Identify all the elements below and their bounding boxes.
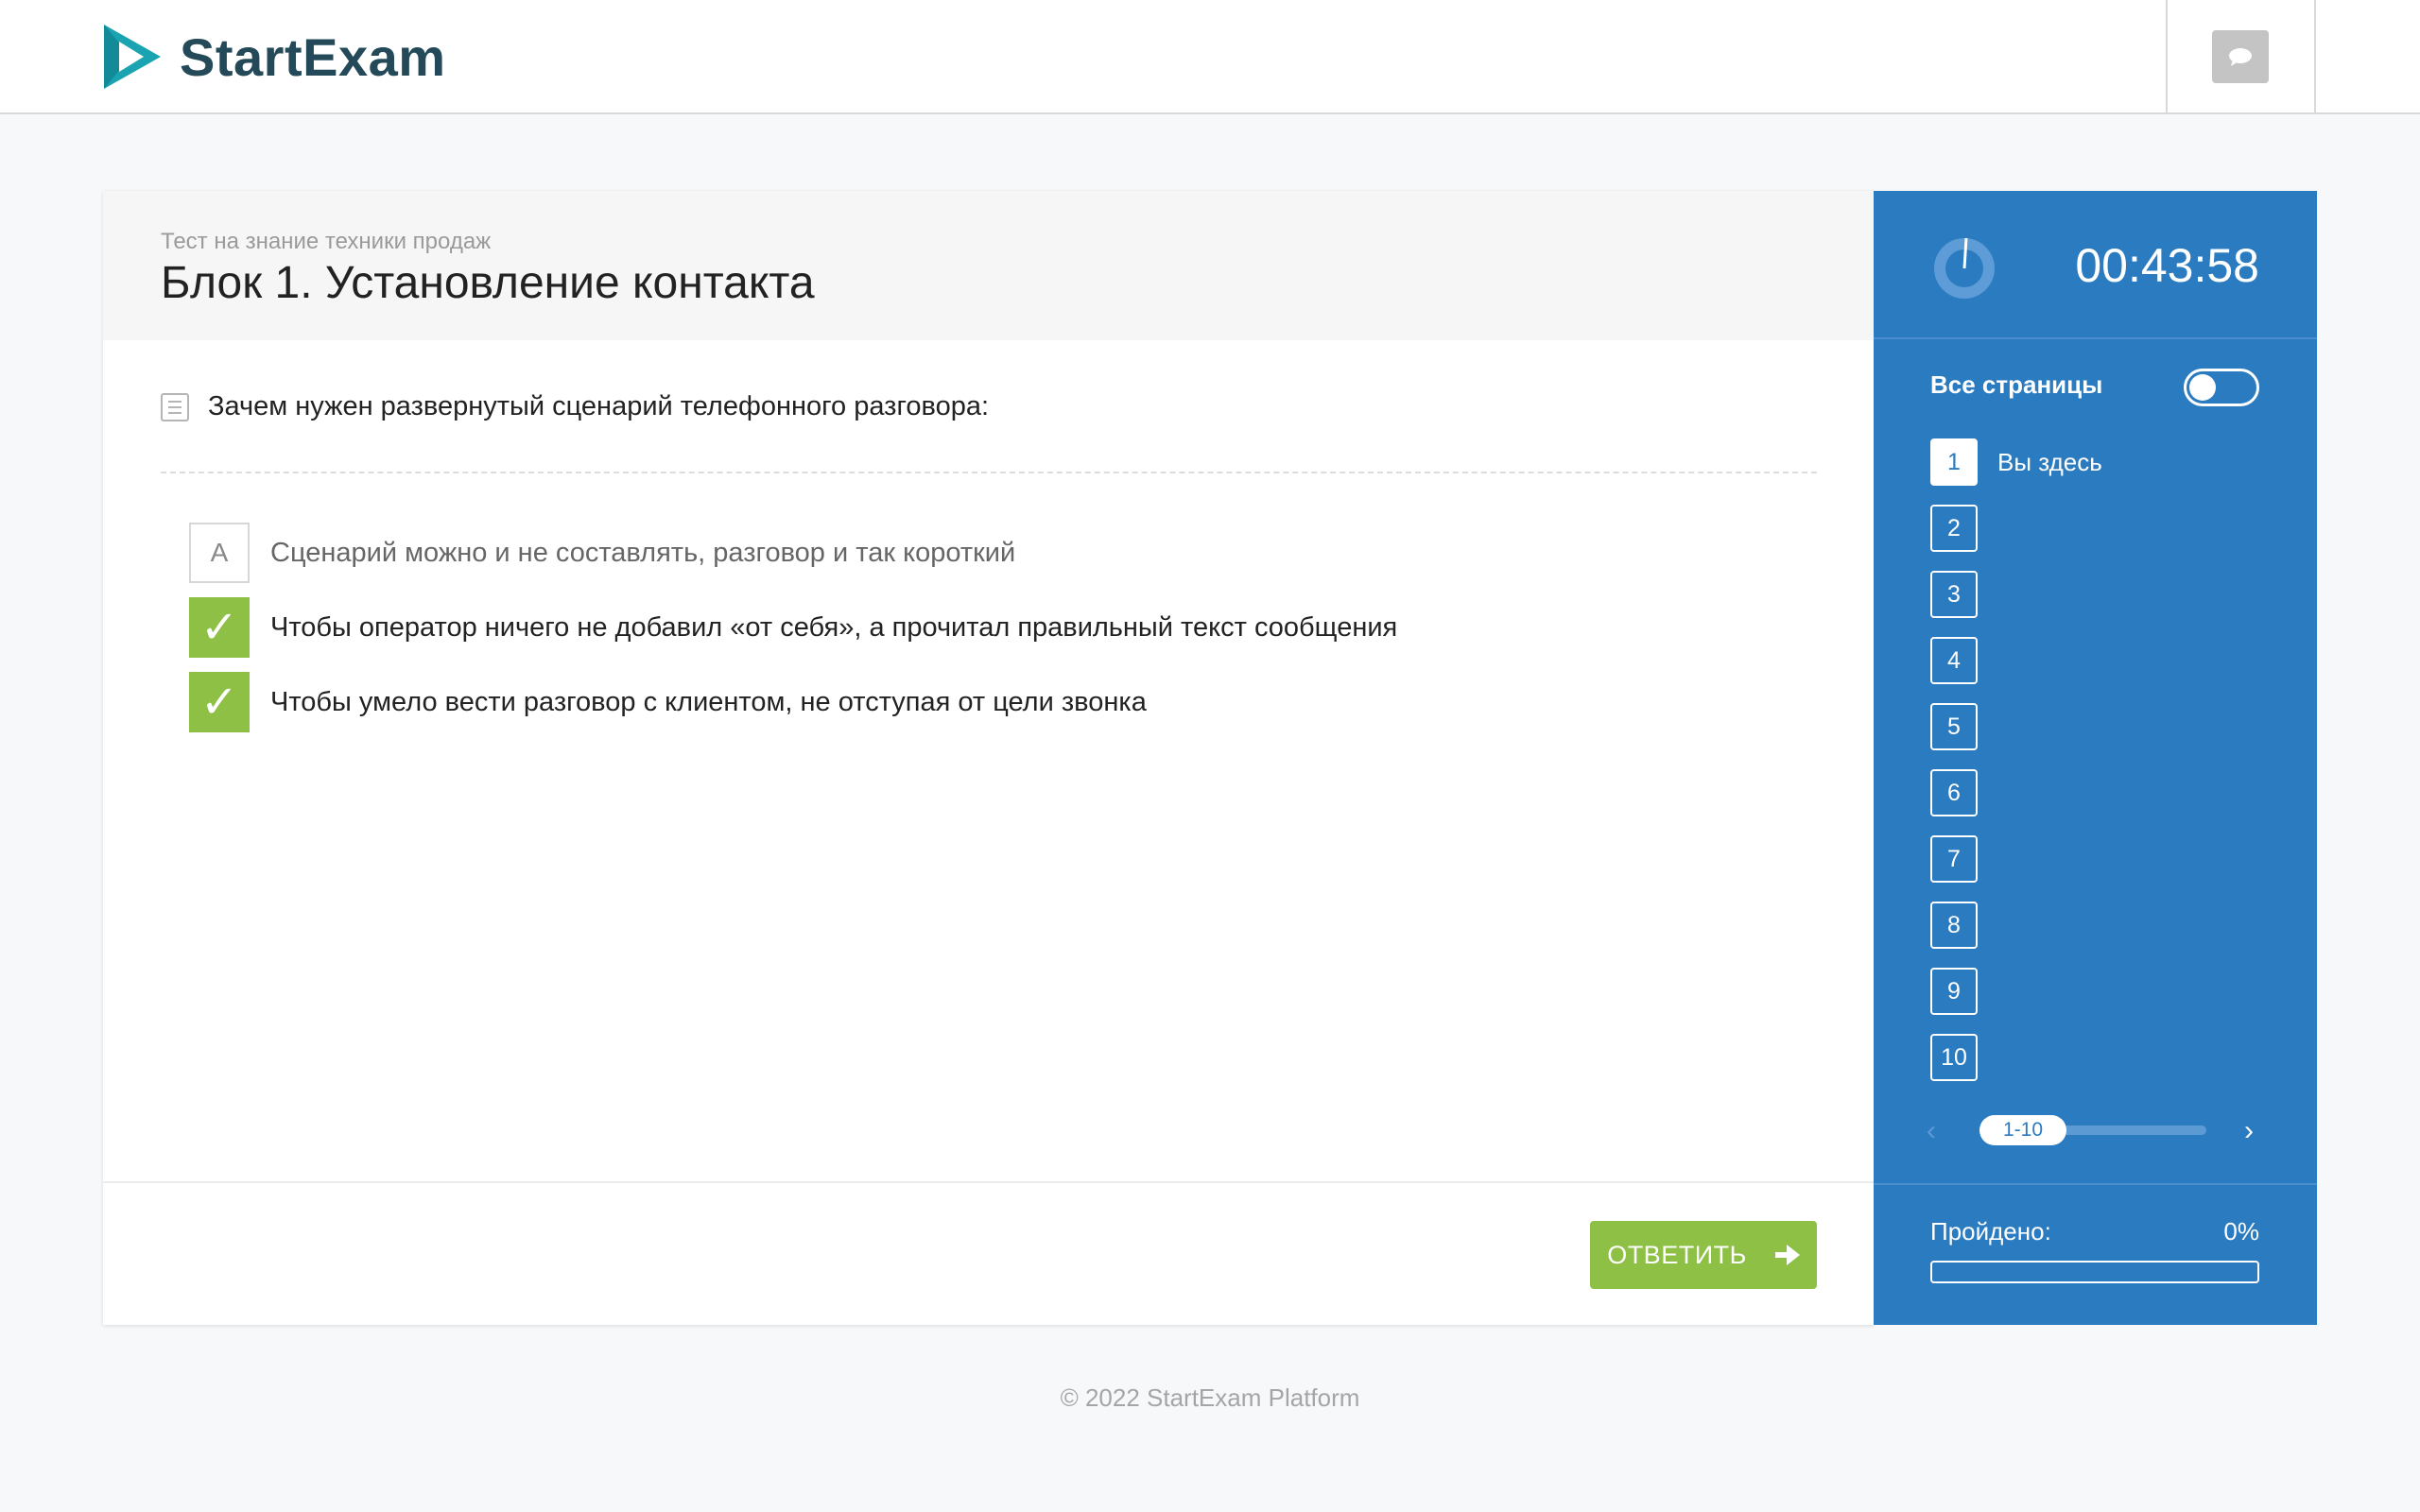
- question: Зачем нужен развернутый сценарий телефон…: [161, 391, 989, 422]
- progress-bar: [1930, 1261, 2259, 1283]
- page-button-4[interactable]: 4: [1930, 637, 1978, 684]
- page-button-3[interactable]: 3: [1930, 571, 1978, 618]
- page-button-9[interactable]: 9: [1930, 968, 1978, 1015]
- page-button-1[interactable]: 1: [1930, 438, 1978, 486]
- answer-option-b[interactable]: ✓ Чтобы оператор ничего не добавил «от с…: [189, 597, 1397, 658]
- progress-label: Пройдено:: [1930, 1217, 2051, 1246]
- header-divider: [2166, 0, 2168, 114]
- answer-option-c[interactable]: ✓ Чтобы умело вести разговор с клиентом,…: [189, 672, 1147, 732]
- top-header: StartExam: [0, 0, 2420, 114]
- timer-value: 00:43:58: [2075, 239, 2259, 292]
- question-text: Зачем нужен развернутый сценарий телефон…: [208, 391, 990, 421]
- checkmark-icon[interactable]: ✓: [189, 672, 250, 732]
- block-title: Блок 1. Установление контакта: [161, 258, 815, 308]
- page-button-8[interactable]: 8: [1930, 902, 1978, 949]
- pager-range-thumb[interactable]: 1-10: [1979, 1115, 2066, 1145]
- progress-divider: [1874, 1183, 2317, 1185]
- page-button-6[interactable]: 6: [1930, 769, 1978, 816]
- answer-button[interactable]: ОТВЕТИТЬ: [1590, 1221, 1817, 1289]
- page-button-10[interactable]: 10: [1930, 1034, 1978, 1081]
- answer-text: Чтобы оператор ничего не добавил «от себ…: [270, 611, 1398, 643]
- answer-button-label: ОТВЕТИТЬ: [1607, 1240, 1747, 1269]
- question-document-icon: [161, 392, 189, 421]
- answer-marker[interactable]: A: [189, 523, 250, 583]
- checkmark-icon[interactable]: ✓: [189, 597, 250, 658]
- footer-copyright: © 2022 StartExam Platform: [1060, 1383, 1360, 1412]
- page-button-5[interactable]: 5: [1930, 703, 1978, 750]
- timer-panel: 00:43:58: [1874, 191, 2317, 339]
- test-subtitle: Тест на знание техники продаж: [161, 229, 492, 254]
- test-sidebar: 00:43:58 Все страницы 1 Вы здесь 2 3 4 5…: [1874, 191, 2317, 1325]
- logo-mark-icon: [104, 25, 161, 89]
- answer-text: Чтобы умело вести разговор с клиентом, н…: [270, 686, 1147, 717]
- answer-text: Сценарий можно и не составлять, разговор…: [270, 537, 1016, 568]
- header-divider: [2314, 0, 2316, 114]
- chevron-left-icon[interactable]: ‹: [1927, 1115, 1936, 1147]
- toggle-knob: [2189, 374, 2216, 401]
- arrow-right-icon: [1774, 1245, 1800, 1265]
- all-pages-toggle[interactable]: [2184, 369, 2259, 406]
- startexam-logo[interactable]: StartExam: [102, 23, 446, 91]
- current-page-label: Вы здесь: [1997, 448, 2102, 476]
- card-footer-divider: [103, 1181, 1875, 1183]
- question-card: Тест на знание техники продаж Блок 1. Ус…: [103, 191, 1875, 1325]
- timer-clock-icon: [1934, 237, 1995, 299]
- card-header: Тест на знание техники продаж Блок 1. Ус…: [103, 191, 1875, 340]
- answer-option-a[interactable]: A Сценарий можно и не составлять, разгов…: [189, 523, 1015, 583]
- page-button-2[interactable]: 2: [1930, 505, 1978, 552]
- page-button-7[interactable]: 7: [1930, 835, 1978, 883]
- chat-bubble-icon: [2229, 48, 2252, 66]
- chevron-right-icon[interactable]: ›: [2244, 1115, 2254, 1147]
- progress-value: 0%: [2223, 1217, 2259, 1246]
- chat-button[interactable]: [2212, 30, 2269, 83]
- logo-text: StartExam: [180, 26, 446, 87]
- all-pages-label: Все страницы: [1930, 370, 2103, 399]
- question-divider: [161, 472, 1817, 473]
